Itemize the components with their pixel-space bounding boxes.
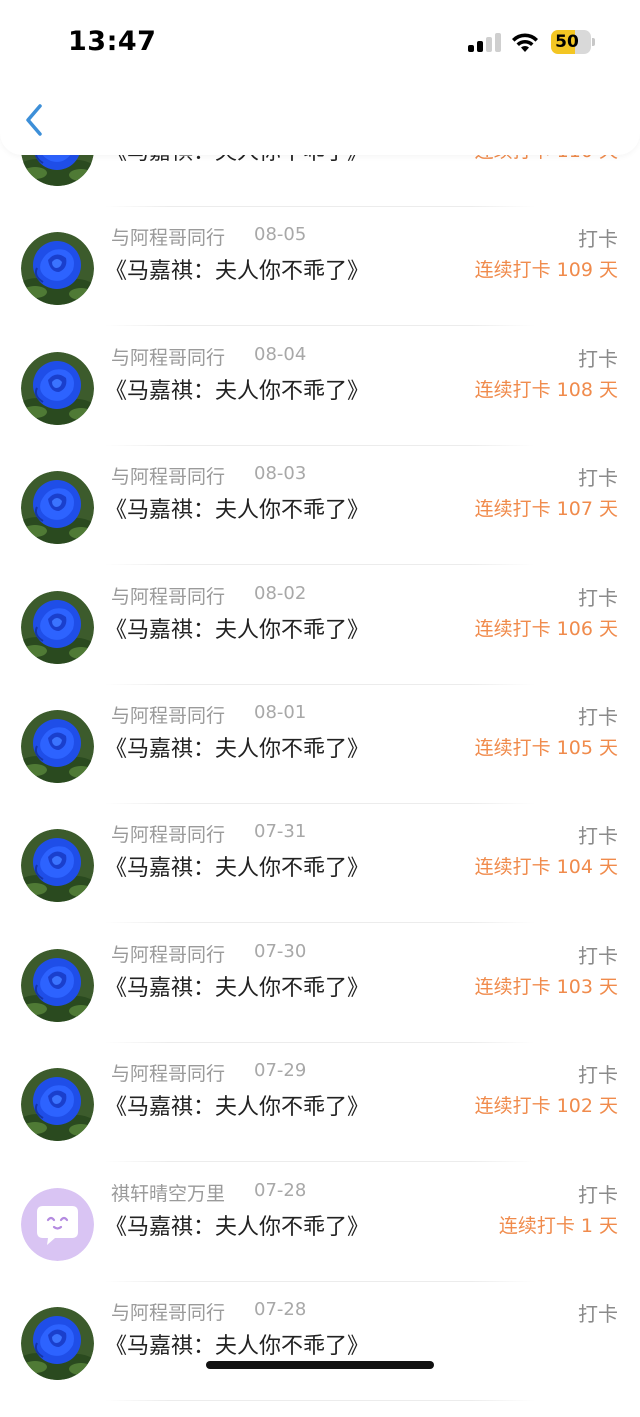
row-divider [105, 1400, 535, 1401]
avatar-chat-bubble[interactable] [21, 1187, 94, 1261]
book-title[interactable]: 《马嘉祺：夫人你不乖了》 [105, 731, 369, 763]
author-name[interactable]: 与阿程哥同行 [111, 820, 225, 847]
checkin-tag: 打卡 [578, 227, 618, 252]
checkin-date: 07-29 [254, 1060, 307, 1082]
book-title[interactable]: 《马嘉祺：夫人你不乖了》 [105, 253, 369, 285]
book-title[interactable]: 《马嘉祺：夫人你不乖了》 [105, 612, 369, 644]
book-title[interactable]: 《马嘉祺：夫人你不乖了》 [105, 1209, 369, 1241]
list-item[interactable]: 祺轩晴空万里 07-28 《马嘉祺：夫人你不乖了》 打卡连续打卡 1 天 [0, 1179, 640, 1298]
checkin-tag: 打卡 [578, 943, 618, 968]
author-name[interactable]: 与阿程哥同行 [111, 1059, 225, 1086]
list-item[interactable]: 与阿程哥同行 07-30 《马嘉祺：夫人你不乖了》 打卡连续打卡 103 天 [0, 940, 640, 1059]
row-divider [105, 325, 535, 327]
avatar-blue-rose[interactable] [21, 829, 94, 903]
row-divider [105, 683, 535, 685]
list-item[interactable]: 与阿程哥同行 07-29 《马嘉祺：夫人你不乖了》 打卡连续打卡 102 天 [0, 1059, 640, 1178]
list-item[interactable]: 与阿程哥同行 08-02 《马嘉祺：夫人你不乖了》 打卡连续打卡 106 天 [0, 582, 640, 701]
cellular-signal-icon [468, 33, 501, 52]
author-name[interactable]: 与阿程哥同行 [111, 343, 225, 370]
avatar-blue-rose[interactable] [21, 351, 94, 425]
checkin-date: 08-01 [254, 702, 307, 723]
checkin-date: 08-04 [254, 343, 307, 365]
status-time: 13:47 [68, 26, 157, 57]
checkin-date: 08-02 [254, 582, 307, 604]
avatar-blue-rose[interactable] [21, 471, 94, 545]
list-item[interactable]: 与阿程哥同行 08-03 《马嘉祺：夫人你不乖了》 打卡连续打卡 107 天 [0, 462, 640, 581]
book-title[interactable]: 《马嘉祺：夫人你不乖了》 [105, 850, 369, 882]
book-title[interactable]: 《马嘉祺：夫人你不乖了》 [105, 1328, 369, 1360]
list-item[interactable]: 与阿程哥同行 08-04 《马嘉祺：夫人你不乖了》 打卡连续打卡 108 天 [0, 343, 640, 462]
avatar-blue-rose[interactable] [21, 590, 94, 664]
book-title[interactable]: 《马嘉祺：夫人你不乖了》 [105, 970, 369, 1002]
streak-count: 连续打卡 107 天 [474, 498, 618, 521]
checkin-date: 07-30 [254, 940, 307, 962]
checkin-tag: 打卡 [578, 824, 618, 849]
checkin-date: 08-05 [254, 224, 307, 246]
author-name[interactable]: 祺轩晴空万里 [111, 1179, 225, 1206]
book-title[interactable]: 《马嘉祺：夫人你不乖了》 [105, 492, 369, 524]
checkin-tag: 打卡 [578, 705, 618, 729]
author-name[interactable]: 与阿程哥同行 [111, 462, 225, 489]
row-divider [105, 206, 535, 207]
avatar-blue-rose[interactable] [21, 710, 94, 783]
list-item[interactable]: 与阿程哥同行 08-01 《马嘉祺：夫人你不乖了》 打卡连续打卡 105 天 [0, 701, 640, 820]
checkin-date: 07-28 [254, 1179, 307, 1201]
row-divider [105, 444, 535, 446]
streak-count: 连续打卡 105 天 [474, 737, 618, 759]
checkin-tag: 打卡 [578, 1182, 618, 1207]
author-name[interactable]: 与阿程哥同行 [111, 582, 225, 609]
streak-count: 连续打卡 106 天 [474, 617, 618, 640]
row-divider [105, 1041, 535, 1043]
avatar-blue-rose[interactable] [21, 1068, 94, 1142]
streak-count: 连续打卡 103 天 [474, 975, 618, 998]
checkin-tag: 打卡 [578, 1302, 618, 1326]
streak-count: 连续打卡 1 天 [498, 1214, 618, 1237]
author-name[interactable]: 与阿程哥同行 [111, 701, 225, 728]
list-item[interactable]: 与阿程哥同行 08-05 《马嘉祺：夫人你不乖了》 打卡连续打卡 109 天 [0, 223, 640, 342]
row-divider [105, 803, 535, 804]
author-name[interactable]: 与阿程哥同行 [111, 223, 225, 250]
streak-count: 连续打卡 109 天 [474, 259, 618, 282]
top-bar: 13:47 50 [0, 0, 640, 155]
author-name[interactable]: 与阿程哥同行 [111, 940, 225, 967]
row-divider [105, 564, 535, 566]
list-item[interactable]: 与阿程哥同行 07-28 《马嘉祺：夫人你不乖了》 打卡 [0, 1298, 640, 1417]
battery-cap [592, 38, 595, 46]
checkin-tag: 打卡 [578, 346, 618, 371]
checkin-date: 07-31 [254, 821, 307, 843]
avatar-blue-rose[interactable] [21, 232, 94, 306]
streak-count: 连续打卡 102 天 [474, 1095, 618, 1118]
list-item[interactable]: 与阿程哥同行 07-31 《马嘉祺：夫人你不乖了》 打卡连续打卡 104 天 [0, 820, 640, 939]
row-divider [105, 1280, 535, 1282]
book-title[interactable]: 《马嘉祺：夫人你不乖了》 [105, 373, 369, 405]
streak-count: 连续打卡 104 天 [474, 856, 618, 879]
checkin-tag: 打卡 [578, 1063, 618, 1088]
row-divider [105, 922, 535, 924]
streak-count: 连续打卡 108 天 [474, 378, 618, 401]
home-indicator [206, 1361, 434, 1369]
checkin-tag: 打卡 [578, 585, 618, 610]
checkin-tag: 打卡 [578, 466, 618, 491]
avatar-blue-rose[interactable] [21, 1307, 94, 1380]
chevron-left-icon[interactable] [20, 100, 52, 140]
book-title[interactable]: 《马嘉祺：夫人你不乖了》 [105, 1089, 369, 1121]
avatar-blue-rose[interactable] [21, 948, 94, 1022]
row-divider [105, 1161, 535, 1163]
author-name[interactable]: 与阿程哥同行 [111, 1298, 225, 1325]
battery-indicator: 50 [551, 30, 591, 54]
wifi-icon [512, 33, 538, 52]
checkin-date: 07-28 [254, 1299, 307, 1320]
checkin-date: 08-03 [254, 463, 307, 485]
